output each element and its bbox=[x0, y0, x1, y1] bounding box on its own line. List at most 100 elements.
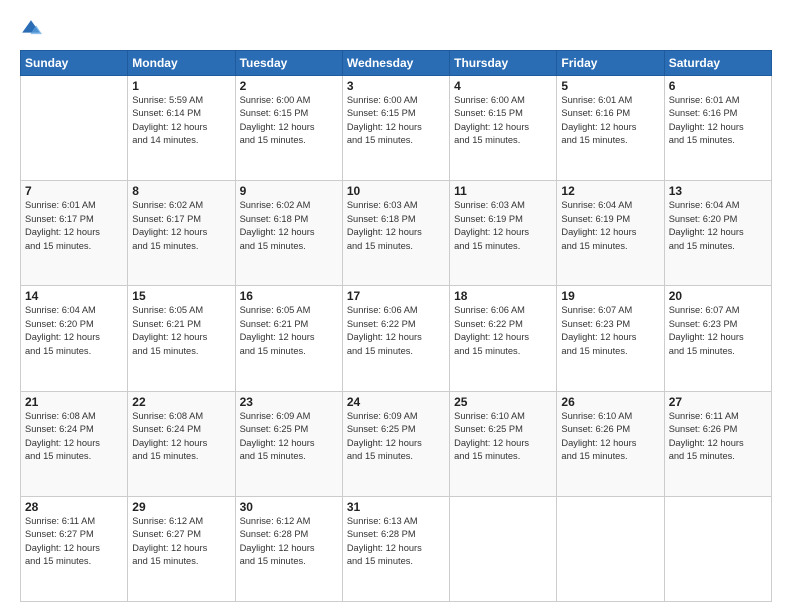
day-info: Sunrise: 6:07 AMSunset: 6:23 PMDaylight:… bbox=[561, 304, 659, 358]
day-number: 2 bbox=[240, 79, 338, 93]
day-number: 4 bbox=[454, 79, 552, 93]
calendar-cell: 25Sunrise: 6:10 AMSunset: 6:25 PMDayligh… bbox=[450, 391, 557, 496]
day-info: Sunrise: 6:08 AMSunset: 6:24 PMDaylight:… bbox=[132, 410, 230, 464]
day-info: Sunrise: 6:05 AMSunset: 6:21 PMDaylight:… bbox=[132, 304, 230, 358]
calendar-cell bbox=[557, 496, 664, 601]
weekday-header-saturday: Saturday bbox=[664, 51, 771, 76]
weekday-header-tuesday: Tuesday bbox=[235, 51, 342, 76]
day-info: Sunrise: 6:07 AMSunset: 6:23 PMDaylight:… bbox=[669, 304, 767, 358]
calendar-cell: 27Sunrise: 6:11 AMSunset: 6:26 PMDayligh… bbox=[664, 391, 771, 496]
day-number: 8 bbox=[132, 184, 230, 198]
calendar-week-row: 1Sunrise: 5:59 AMSunset: 6:14 PMDaylight… bbox=[21, 76, 772, 181]
day-info: Sunrise: 6:01 AMSunset: 6:17 PMDaylight:… bbox=[25, 199, 123, 253]
day-info: Sunrise: 6:04 AMSunset: 6:20 PMDaylight:… bbox=[669, 199, 767, 253]
day-info: Sunrise: 6:11 AMSunset: 6:26 PMDaylight:… bbox=[669, 410, 767, 464]
day-number: 12 bbox=[561, 184, 659, 198]
day-number: 6 bbox=[669, 79, 767, 93]
day-number: 28 bbox=[25, 500, 123, 514]
calendar-week-row: 7Sunrise: 6:01 AMSunset: 6:17 PMDaylight… bbox=[21, 181, 772, 286]
weekday-header-monday: Monday bbox=[128, 51, 235, 76]
day-info: Sunrise: 6:01 AMSunset: 6:16 PMDaylight:… bbox=[561, 94, 659, 148]
day-info: Sunrise: 6:09 AMSunset: 6:25 PMDaylight:… bbox=[240, 410, 338, 464]
day-info: Sunrise: 6:10 AMSunset: 6:25 PMDaylight:… bbox=[454, 410, 552, 464]
calendar-cell: 24Sunrise: 6:09 AMSunset: 6:25 PMDayligh… bbox=[342, 391, 449, 496]
day-info: Sunrise: 6:00 AMSunset: 6:15 PMDaylight:… bbox=[347, 94, 445, 148]
calendar-cell: 26Sunrise: 6:10 AMSunset: 6:26 PMDayligh… bbox=[557, 391, 664, 496]
calendar-cell: 30Sunrise: 6:12 AMSunset: 6:28 PMDayligh… bbox=[235, 496, 342, 601]
day-info: Sunrise: 6:12 AMSunset: 6:28 PMDaylight:… bbox=[240, 515, 338, 569]
day-number: 17 bbox=[347, 289, 445, 303]
day-number: 22 bbox=[132, 395, 230, 409]
day-info: Sunrise: 6:11 AMSunset: 6:27 PMDaylight:… bbox=[25, 515, 123, 569]
calendar-cell: 18Sunrise: 6:06 AMSunset: 6:22 PMDayligh… bbox=[450, 286, 557, 391]
day-number: 23 bbox=[240, 395, 338, 409]
calendar-week-row: 28Sunrise: 6:11 AMSunset: 6:27 PMDayligh… bbox=[21, 496, 772, 601]
day-info: Sunrise: 6:05 AMSunset: 6:21 PMDaylight:… bbox=[240, 304, 338, 358]
calendar-table: SundayMondayTuesdayWednesdayThursdayFrid… bbox=[20, 50, 772, 602]
day-number: 13 bbox=[669, 184, 767, 198]
calendar-cell: 17Sunrise: 6:06 AMSunset: 6:22 PMDayligh… bbox=[342, 286, 449, 391]
weekday-header-wednesday: Wednesday bbox=[342, 51, 449, 76]
day-number: 15 bbox=[132, 289, 230, 303]
weekday-header-thursday: Thursday bbox=[450, 51, 557, 76]
page: SundayMondayTuesdayWednesdayThursdayFrid… bbox=[0, 0, 792, 612]
day-info: Sunrise: 6:01 AMSunset: 6:16 PMDaylight:… bbox=[669, 94, 767, 148]
day-number: 20 bbox=[669, 289, 767, 303]
day-number: 11 bbox=[454, 184, 552, 198]
calendar-cell: 23Sunrise: 6:09 AMSunset: 6:25 PMDayligh… bbox=[235, 391, 342, 496]
calendar-cell: 16Sunrise: 6:05 AMSunset: 6:21 PMDayligh… bbox=[235, 286, 342, 391]
day-number: 19 bbox=[561, 289, 659, 303]
day-info: Sunrise: 6:02 AMSunset: 6:17 PMDaylight:… bbox=[132, 199, 230, 253]
weekday-header-row: SundayMondayTuesdayWednesdayThursdayFrid… bbox=[21, 51, 772, 76]
day-number: 29 bbox=[132, 500, 230, 514]
calendar-week-row: 14Sunrise: 6:04 AMSunset: 6:20 PMDayligh… bbox=[21, 286, 772, 391]
calendar-cell: 13Sunrise: 6:04 AMSunset: 6:20 PMDayligh… bbox=[664, 181, 771, 286]
day-number: 9 bbox=[240, 184, 338, 198]
day-info: Sunrise: 6:04 AMSunset: 6:20 PMDaylight:… bbox=[25, 304, 123, 358]
calendar-cell: 9Sunrise: 6:02 AMSunset: 6:18 PMDaylight… bbox=[235, 181, 342, 286]
day-info: Sunrise: 6:03 AMSunset: 6:18 PMDaylight:… bbox=[347, 199, 445, 253]
logo-icon bbox=[20, 18, 42, 40]
calendar-cell: 4Sunrise: 6:00 AMSunset: 6:15 PMDaylight… bbox=[450, 76, 557, 181]
calendar-cell: 20Sunrise: 6:07 AMSunset: 6:23 PMDayligh… bbox=[664, 286, 771, 391]
day-info: Sunrise: 6:02 AMSunset: 6:18 PMDaylight:… bbox=[240, 199, 338, 253]
day-number: 18 bbox=[454, 289, 552, 303]
calendar-cell: 3Sunrise: 6:00 AMSunset: 6:15 PMDaylight… bbox=[342, 76, 449, 181]
calendar-cell: 19Sunrise: 6:07 AMSunset: 6:23 PMDayligh… bbox=[557, 286, 664, 391]
calendar-cell bbox=[664, 496, 771, 601]
day-number: 1 bbox=[132, 79, 230, 93]
day-info: Sunrise: 6:12 AMSunset: 6:27 PMDaylight:… bbox=[132, 515, 230, 569]
calendar-cell: 7Sunrise: 6:01 AMSunset: 6:17 PMDaylight… bbox=[21, 181, 128, 286]
day-number: 26 bbox=[561, 395, 659, 409]
day-info: Sunrise: 6:06 AMSunset: 6:22 PMDaylight:… bbox=[454, 304, 552, 358]
calendar-cell: 11Sunrise: 6:03 AMSunset: 6:19 PMDayligh… bbox=[450, 181, 557, 286]
day-info: Sunrise: 6:08 AMSunset: 6:24 PMDaylight:… bbox=[25, 410, 123, 464]
calendar-cell: 10Sunrise: 6:03 AMSunset: 6:18 PMDayligh… bbox=[342, 181, 449, 286]
day-info: Sunrise: 6:10 AMSunset: 6:26 PMDaylight:… bbox=[561, 410, 659, 464]
calendar-cell: 28Sunrise: 6:11 AMSunset: 6:27 PMDayligh… bbox=[21, 496, 128, 601]
weekday-header-friday: Friday bbox=[557, 51, 664, 76]
day-info: Sunrise: 6:03 AMSunset: 6:19 PMDaylight:… bbox=[454, 199, 552, 253]
calendar-cell: 6Sunrise: 6:01 AMSunset: 6:16 PMDaylight… bbox=[664, 76, 771, 181]
day-number: 24 bbox=[347, 395, 445, 409]
day-number: 3 bbox=[347, 79, 445, 93]
calendar-cell: 5Sunrise: 6:01 AMSunset: 6:16 PMDaylight… bbox=[557, 76, 664, 181]
day-info: Sunrise: 5:59 AMSunset: 6:14 PMDaylight:… bbox=[132, 94, 230, 148]
day-number: 31 bbox=[347, 500, 445, 514]
day-info: Sunrise: 6:00 AMSunset: 6:15 PMDaylight:… bbox=[454, 94, 552, 148]
calendar-cell bbox=[450, 496, 557, 601]
day-info: Sunrise: 6:06 AMSunset: 6:22 PMDaylight:… bbox=[347, 304, 445, 358]
day-number: 21 bbox=[25, 395, 123, 409]
day-number: 5 bbox=[561, 79, 659, 93]
calendar-cell: 8Sunrise: 6:02 AMSunset: 6:17 PMDaylight… bbox=[128, 181, 235, 286]
day-info: Sunrise: 6:13 AMSunset: 6:28 PMDaylight:… bbox=[347, 515, 445, 569]
day-number: 10 bbox=[347, 184, 445, 198]
calendar-cell: 31Sunrise: 6:13 AMSunset: 6:28 PMDayligh… bbox=[342, 496, 449, 601]
calendar-cell bbox=[21, 76, 128, 181]
day-number: 7 bbox=[25, 184, 123, 198]
calendar-cell: 12Sunrise: 6:04 AMSunset: 6:19 PMDayligh… bbox=[557, 181, 664, 286]
day-number: 30 bbox=[240, 500, 338, 514]
day-info: Sunrise: 6:00 AMSunset: 6:15 PMDaylight:… bbox=[240, 94, 338, 148]
calendar-cell: 2Sunrise: 6:00 AMSunset: 6:15 PMDaylight… bbox=[235, 76, 342, 181]
day-info: Sunrise: 6:09 AMSunset: 6:25 PMDaylight:… bbox=[347, 410, 445, 464]
